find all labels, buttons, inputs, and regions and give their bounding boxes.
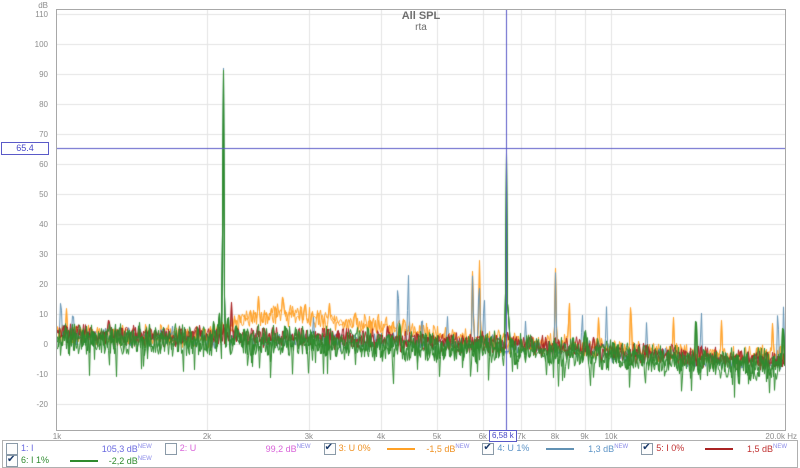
legend-checkbox[interactable]: ✔	[641, 443, 653, 455]
legend-value: -2,2 dBNEW	[106, 454, 152, 467]
plot-area	[56, 9, 786, 431]
y-tick-label: 60	[0, 160, 48, 169]
legend-item-label: 6: I 1%	[21, 455, 49, 466]
checkmark-icon: ✔	[7, 454, 15, 465]
legend-trace-swatch	[546, 448, 574, 450]
y-tick-label: 10	[0, 310, 48, 319]
y-tick-label: 70	[0, 130, 48, 139]
y-tick-label: 20	[0, 280, 48, 289]
cursor-level-readout: 65.4	[1, 142, 49, 155]
legend-item: ✔ 4: U 1% 1,3 dBNEW	[479, 442, 638, 455]
checkmark-icon: ✔	[483, 442, 491, 453]
y-tick-label: 90	[0, 70, 48, 79]
legend-trace-swatch	[387, 448, 415, 450]
y-tick-label: 0	[0, 340, 48, 349]
legend-checkbox[interactable]: ✔	[6, 455, 18, 467]
cursor-frequency-readout: 6,58 k	[489, 430, 517, 442]
y-tick-label: 30	[0, 250, 48, 259]
legend-checkbox[interactable]: ✔	[482, 443, 494, 455]
legend-item-label: 4: U 1%	[497, 443, 529, 454]
legend-checkbox[interactable]	[165, 443, 177, 455]
legend-value: 99,2 dBNEW	[265, 442, 311, 455]
legend-item: ✔ 5: I 0% 1,5 dBNEW	[638, 442, 797, 455]
legend-value: -1,5 dBNEW	[423, 442, 469, 455]
legend-item: ✔ 3: U 0% -1,5 dBNEW	[321, 442, 480, 455]
new-superscript: NEW	[138, 456, 152, 462]
legend-item: ✔ 6: I 1% -2,2 dBNEW	[3, 454, 162, 467]
y-tick-label: 110	[0, 10, 48, 19]
rta-plot-canvas[interactable]	[57, 10, 785, 430]
new-superscript: NEW	[614, 444, 628, 450]
new-superscript: NEW	[297, 444, 311, 450]
legend-item-label: 2: U	[180, 443, 197, 454]
y-tick-label: -20	[0, 400, 48, 409]
legend-value: 1,5 dBNEW	[741, 442, 787, 455]
new-superscript: NEW	[455, 444, 469, 450]
legend-trace-swatch	[705, 448, 733, 450]
legend-item-label: 5: I 0%	[656, 443, 684, 454]
checkmark-icon: ✔	[325, 442, 333, 453]
checkmark-icon: ✔	[642, 442, 650, 453]
legend-panel: 1: I105,3 dBNEW2: U99,2 dBNEW✔3: U 0%-1,…	[2, 440, 798, 468]
legend-item-label: 1: I	[21, 443, 34, 454]
new-superscript: NEW	[773, 444, 787, 450]
y-tick-label: 100	[0, 40, 48, 49]
new-superscript: NEW	[138, 444, 152, 450]
legend-value: 1,3 dBNEW	[582, 442, 628, 455]
y-tick-label: 50	[0, 190, 48, 199]
legend-trace-swatch	[70, 460, 98, 462]
legend-item-label: 3: U 0%	[339, 443, 371, 454]
y-axis-unit-label: dB	[0, 1, 48, 10]
legend-item: 2: U 99,2 dBNEW	[162, 442, 321, 455]
y-tick-label: -10	[0, 370, 48, 379]
rta-window: dB All SPL rta 1101009080706050403020100…	[0, 0, 800, 468]
legend-checkbox[interactable]: ✔	[324, 443, 336, 455]
y-tick-label: 40	[0, 220, 48, 229]
y-tick-label: 80	[0, 100, 48, 109]
